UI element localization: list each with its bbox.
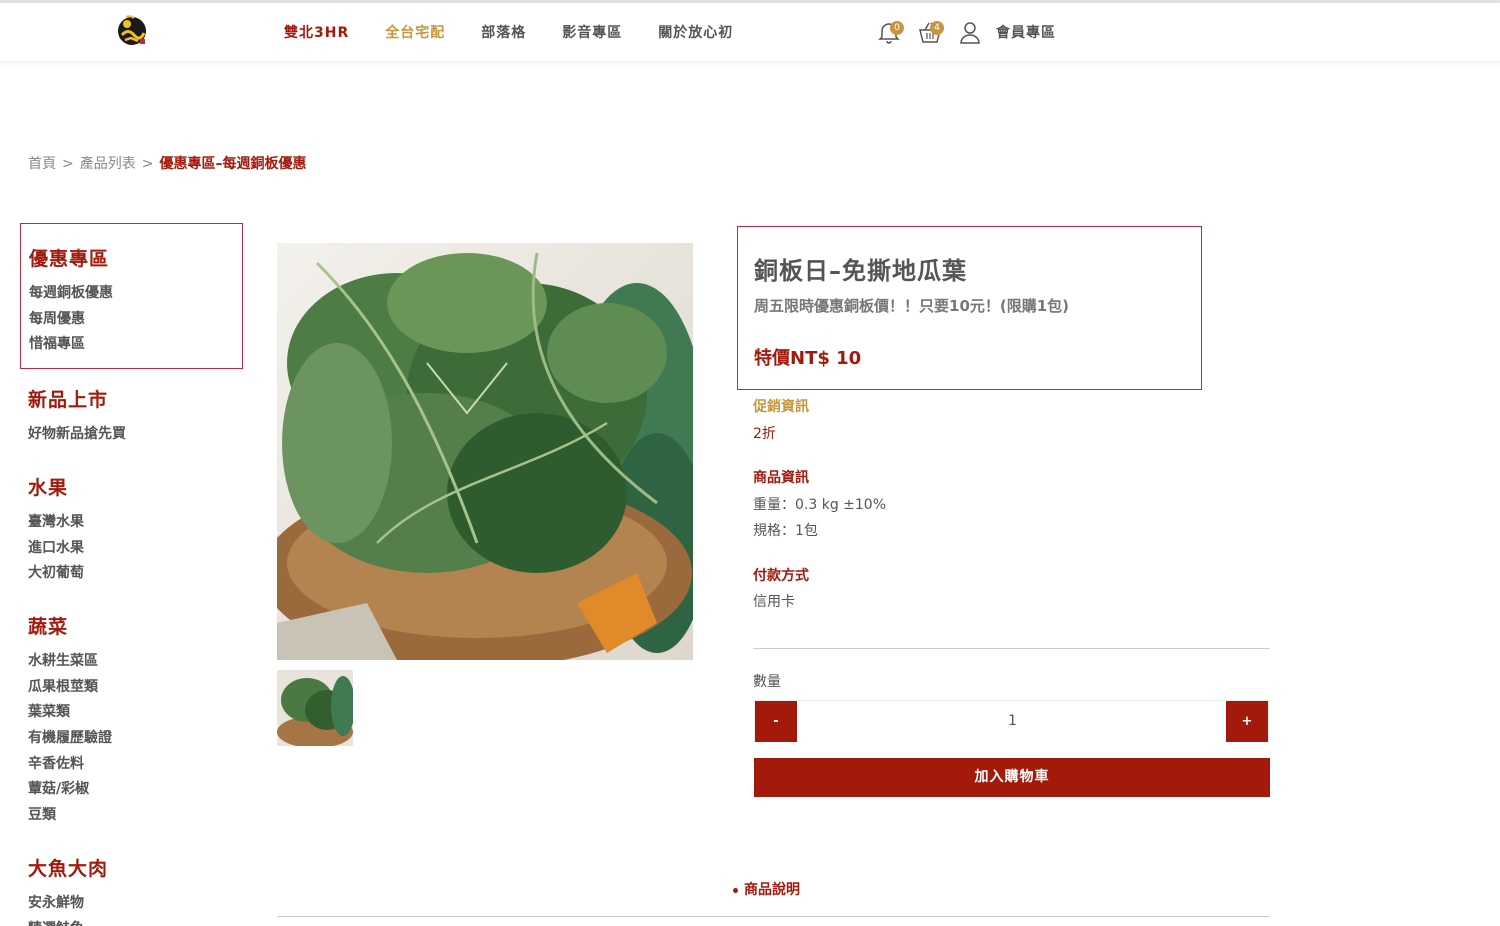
product-weight: 重量：0.3 kg ±10% xyxy=(753,497,887,513)
category-link[interactable]: 精選鮭魚 xyxy=(28,917,236,926)
featured-category-box: 優惠專區 每週銅板優惠 每周優惠 惜福專區 xyxy=(20,223,243,370)
category-title-deals[interactable]: 優惠專區 xyxy=(29,244,234,271)
quantity-stepper: - 1 + xyxy=(754,700,1269,742)
product-title: 銅板日–免撕地瓜葉 xyxy=(754,257,967,285)
category-link[interactable]: 進口水果 xyxy=(28,536,236,562)
category-link[interactable]: 瓜果根莖類 xyxy=(28,675,236,701)
breadcrumb-separator: > xyxy=(141,156,154,172)
product-spec: 規格：1包 xyxy=(753,523,818,539)
add-to-cart-button[interactable]: 加入購物車 xyxy=(754,758,1270,797)
category-link[interactable]: 好物新品搶先買 xyxy=(28,422,236,448)
nav-video[interactable]: 影音專區 xyxy=(562,22,622,42)
category-link[interactable]: 水耕生菜區 xyxy=(28,649,236,675)
quantity-decrease-button[interactable]: - xyxy=(755,701,797,742)
nav-taipei-3hr[interactable]: 雙北3HR xyxy=(284,22,349,42)
category-link[interactable]: 惜福專區 xyxy=(29,332,234,358)
bullet-dot-icon xyxy=(733,887,738,893)
breadcrumb: 首頁 > 產品列表 > 優惠專區–每週銅板優惠 xyxy=(28,153,306,173)
breadcrumb-products[interactable]: 產品列表 xyxy=(80,156,136,172)
category-link[interactable]: 安永鮮物 xyxy=(28,891,236,917)
nav-blog[interactable]: 部落格 xyxy=(481,22,526,42)
product-subtitle: 周五限時優惠銅板價！！只要10元！(限購1包) xyxy=(754,297,1070,315)
basket-icon[interactable]: 4 xyxy=(918,20,944,44)
tab-label: 商品說明 xyxy=(744,882,800,898)
promo-heading: 促銷資訊 xyxy=(753,399,809,415)
quantity-increase-button[interactable]: + xyxy=(1226,701,1268,742)
site-header: 雙北3HR 全台宅配 部落格 影音專區 關於放心初 0 4 會員專區 xyxy=(0,3,1500,61)
cart-badge: 4 xyxy=(930,21,944,35)
category-link[interactable]: 每周優惠 xyxy=(29,307,234,333)
category-title[interactable]: 新品上市 xyxy=(28,385,236,412)
payment-value: 信用卡 xyxy=(753,594,795,610)
category-title[interactable]: 蔬菜 xyxy=(28,612,236,639)
logo-icon[interactable] xyxy=(116,13,148,47)
main-nav: 雙北3HR 全台宅配 部落格 影音專區 關於放心初 xyxy=(284,22,769,42)
promo-value: 2折 xyxy=(753,426,776,442)
breadcrumb-separator: > xyxy=(62,156,74,172)
breadcrumb-home[interactable]: 首頁 xyxy=(28,156,56,172)
category-title[interactable]: 水果 xyxy=(28,473,236,500)
category-link[interactable]: 豆類 xyxy=(28,803,236,829)
nav-about[interactable]: 關於放心初 xyxy=(658,22,733,42)
category-link[interactable]: 葉菜類 xyxy=(28,700,236,726)
category-link[interactable]: 大初葡萄 xyxy=(28,561,236,587)
nav-nationwide-delivery[interactable]: 全台宅配 xyxy=(385,22,445,42)
tab-divider xyxy=(277,916,1270,917)
member-area-link[interactable]: 會員專區 xyxy=(996,22,1056,42)
category-sidebar: 優惠專區 每週銅板優惠 每周優惠 惜福專區 新品上市 好物新品搶先買 水果 臺灣… xyxy=(20,223,244,926)
info-heading: 商品資訊 xyxy=(753,470,809,486)
category-link[interactable]: 蕈菇/彩椒 xyxy=(28,777,236,803)
user-icon[interactable] xyxy=(958,20,982,44)
category-link[interactable]: 臺灣水果 xyxy=(28,510,236,536)
product-price: 特價NT$ 10 xyxy=(754,348,862,369)
divider xyxy=(753,648,1270,649)
quantity-input[interactable]: 1 xyxy=(797,701,1228,742)
category-link[interactable]: 每週銅板優惠 xyxy=(29,281,234,307)
category-group-new: 新品上市 好物新品搶先買 xyxy=(20,385,244,448)
notification-badge: 0 xyxy=(890,21,904,35)
quantity-label: 數量 xyxy=(753,674,781,690)
tab-product-description[interactable]: 商品說明 xyxy=(733,879,800,899)
product-main-image[interactable] xyxy=(277,243,693,660)
product-thumbnail[interactable] xyxy=(277,670,353,746)
category-group-fruit: 水果 臺灣水果 進口水果 大初葡萄 xyxy=(20,473,244,587)
category-group-vegetable: 蔬菜 水耕生菜區 瓜果根莖類 葉菜類 有機履歷驗證 辛香佐料 蕈菇/彩椒 豆類 xyxy=(20,612,244,829)
header-actions: 0 4 會員專區 xyxy=(878,20,1056,44)
payment-heading: 付款方式 xyxy=(753,568,809,584)
category-link[interactable]: 有機履歷驗證 xyxy=(28,726,236,752)
breadcrumb-current: 優惠專區–每週銅板優惠 xyxy=(159,156,307,172)
category-group-meat: 大魚大肉 安永鮮物 精選鮭魚 xyxy=(20,854,244,926)
bell-icon[interactable]: 0 xyxy=(878,20,904,44)
category-title[interactable]: 大魚大肉 xyxy=(28,854,236,881)
category-link[interactable]: 辛香佐料 xyxy=(28,752,236,778)
product-summary-box: 銅板日–免撕地瓜葉 周五限時優惠銅板價！！只要10元！(限購1包) 特價NT$ … xyxy=(737,226,1202,390)
